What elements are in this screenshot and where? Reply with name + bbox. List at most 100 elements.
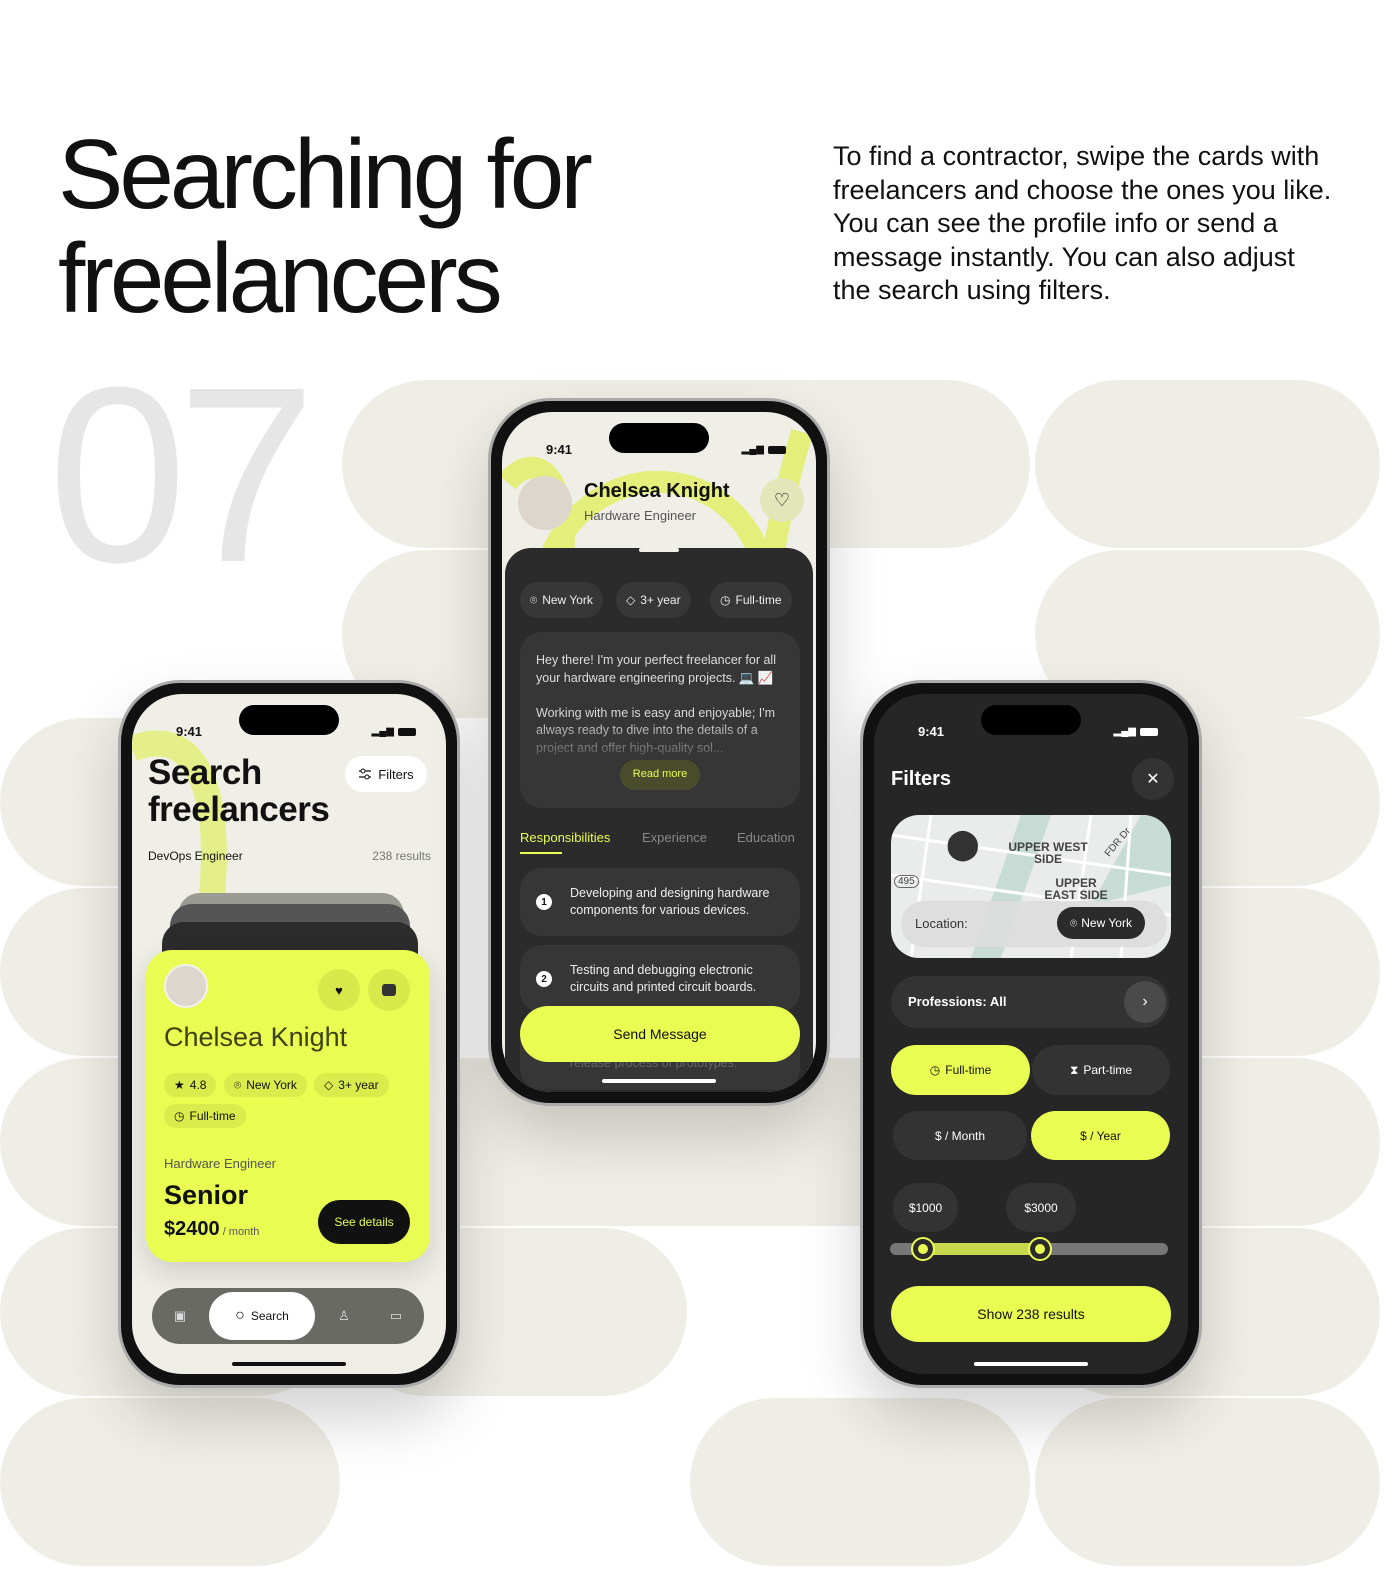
hourglass-icon: ⧗ (1069, 1062, 1079, 1077)
per-year-toggle[interactable]: $ / Year (1031, 1111, 1170, 1160)
price-range-slider[interactable] (890, 1237, 1168, 1261)
graduation-cap-icon: ◇ (324, 1078, 334, 1092)
location-chip: ⌾ New York (224, 1073, 307, 1097)
avatar (164, 964, 208, 1008)
location-pin-icon: ⌾ (1070, 915, 1078, 930)
home-indicator (974, 1362, 1088, 1366)
highway-badge: 495 (894, 875, 919, 888)
results-count: 238 results (372, 849, 431, 863)
card-profession: Hardware Engineer (164, 1156, 277, 1171)
bg-shape (1035, 1398, 1380, 1566)
number-badge: 2 (536, 971, 552, 987)
slider-handle-min[interactable] (911, 1237, 936, 1261)
tab-responsibilities[interactable]: Responsibilities (520, 830, 610, 845)
price-max: $3000 (1006, 1183, 1076, 1232)
bg-shape (690, 1398, 1030, 1566)
nav-search[interactable]: ○ Search (209, 1292, 315, 1340)
number-badge: 1 (536, 894, 552, 910)
avatar (518, 476, 572, 530)
location-label: Location: (915, 916, 968, 931)
show-results-button[interactable]: Show 238 results (891, 1286, 1171, 1342)
responsibility-text: Testing and debugging electronic circuit… (570, 963, 757, 994)
status-icons: ▂▄▆ (1114, 726, 1158, 737)
professions-select[interactable]: Professions: All › (891, 976, 1169, 1028)
phone-profile: 9:41 ▂▄▆ Chelsea Knight Hardware Enginee… (488, 398, 830, 1106)
nav-profile[interactable]: ♙ (324, 1296, 364, 1336)
profile-screen: 9:41 ▂▄▆ Chelsea Knight Hardware Enginee… (502, 412, 816, 1092)
like-button[interactable]: ♥ (318, 969, 360, 1011)
home-indicator (232, 1362, 346, 1366)
tab-education[interactable]: Education (737, 830, 795, 845)
per-month-toggle[interactable]: $ / Month (893, 1111, 1027, 1160)
map-pin-icon: ⬤ (946, 828, 980, 861)
bio-paragraph: Working with me is easy and enjoyable; I… (536, 705, 784, 758)
rating-chip: ★ 4.8 (164, 1073, 217, 1097)
experience-chip: ◇ 3+ year (314, 1073, 389, 1097)
employment-chip: ◷ Full-time (710, 582, 792, 618)
screen-title: Search freelancers (148, 753, 330, 829)
close-button[interactable]: ✕ (1132, 758, 1174, 800)
chat-icon: ▭ (389, 1308, 403, 1323)
filters-button[interactable]: Filters (345, 756, 427, 792)
card-level: Senior (164, 1180, 249, 1210)
favorite-button[interactable]: ♡ (760, 478, 804, 522)
clock-icon: ◷ (720, 593, 731, 607)
filters-title: Filters (891, 768, 952, 790)
status-icons: ▂▄▆ (742, 444, 786, 455)
filters-screen: 9:41 ▂▄▆ Filters ✕ ⬤ UPPER WEST SIDE UPP… (874, 694, 1188, 1374)
tab-experience[interactable]: Experience (642, 830, 707, 845)
profile-profession: Hardware Engineer (584, 508, 697, 523)
clock-icon: ◷ (174, 1109, 185, 1123)
part-time-toggle[interactable]: ⧗ Part-time (1032, 1045, 1170, 1095)
search-query: DevOps Engineer (148, 849, 243, 863)
location-select[interactable]: ⌾ New York (1057, 907, 1145, 939)
sheet-handle[interactable] (639, 548, 679, 552)
search-screen: 9:41 ▂▄▆ Search freelancers Filters DevOp… (132, 694, 446, 1374)
read-more-button[interactable]: Read more (620, 760, 700, 790)
profile-name: Chelsea Knight (584, 480, 730, 502)
page-title: Searching for freelancers (58, 119, 593, 333)
sliders-icon (358, 768, 372, 780)
location-map[interactable]: ⬤ UPPER WEST SIDE UPPER EAST SIDE FDR Dr… (891, 815, 1171, 958)
phone-search: 9:41 ▂▄▆ Search freelancers Filters DevOp… (118, 680, 460, 1388)
full-time-toggle[interactable]: ◷ Full-time (891, 1045, 1030, 1095)
bottom-nav: ▣ ○ Search ♙ ▭ (152, 1288, 424, 1344)
responsibility-item: 2 Testing and debugging electronic circu… (520, 945, 800, 1013)
price-min: $1000 (893, 1183, 958, 1232)
active-tab-indicator (520, 852, 562, 854)
send-message-button[interactable]: Send Message (520, 1006, 800, 1062)
search-icon: ○ (235, 1307, 245, 1324)
see-details-button[interactable]: See details (318, 1200, 410, 1244)
section-number: 07 (48, 335, 316, 614)
intro-text: To find a contractor, swipe the cards wi… (833, 141, 1332, 305)
map-label: UPPER EAST SIDE (1044, 876, 1108, 902)
nav-messages[interactable]: ▭ (376, 1296, 416, 1336)
location-pin-icon: ⌾ (530, 592, 538, 607)
map-label: UPPER WEST SIDE (1008, 840, 1088, 866)
location-chip: ⌾ New York (520, 582, 603, 618)
slider-handle-max[interactable] (1028, 1237, 1053, 1261)
status-icons: ▂▄▆ (372, 726, 416, 737)
briefcase-icon: ▣ (173, 1308, 187, 1323)
card-rate: $2400 / month (164, 1218, 260, 1240)
star-icon: ★ (174, 1078, 185, 1092)
bg-shape (1035, 380, 1380, 548)
freelancer-card[interactable]: ♥ Chelsea Knight ★ 4.8 ⌾ New York ◇ 3+ year… (146, 950, 430, 1262)
chevron-right-icon[interactable]: › (1124, 981, 1166, 1023)
location-pin-icon: ⌾ (234, 1077, 242, 1092)
status-time: 9:41 (918, 724, 945, 739)
graduation-cap-icon: ◇ (626, 593, 636, 607)
bio-box: Hey there! I'm your perfect freelancer f… (520, 632, 800, 808)
nav-jobs[interactable]: ▣ (160, 1296, 200, 1336)
bio-paragraph: Hey there! I'm your perfect freelancer f… (536, 653, 776, 685)
home-indicator (602, 1079, 716, 1083)
slider-fill (923, 1243, 1041, 1255)
professions-label: Professions: All (908, 994, 1007, 1009)
chat-icon (382, 984, 396, 996)
heart-icon: ♥ (335, 982, 343, 998)
card-name: Chelsea Knight (164, 1022, 348, 1052)
message-button[interactable] (368, 969, 410, 1011)
user-icon: ♙ (338, 1308, 350, 1323)
responsibility-item: 1 Developing and designing hardware comp… (520, 868, 800, 936)
close-icon: ✕ (1146, 771, 1160, 788)
